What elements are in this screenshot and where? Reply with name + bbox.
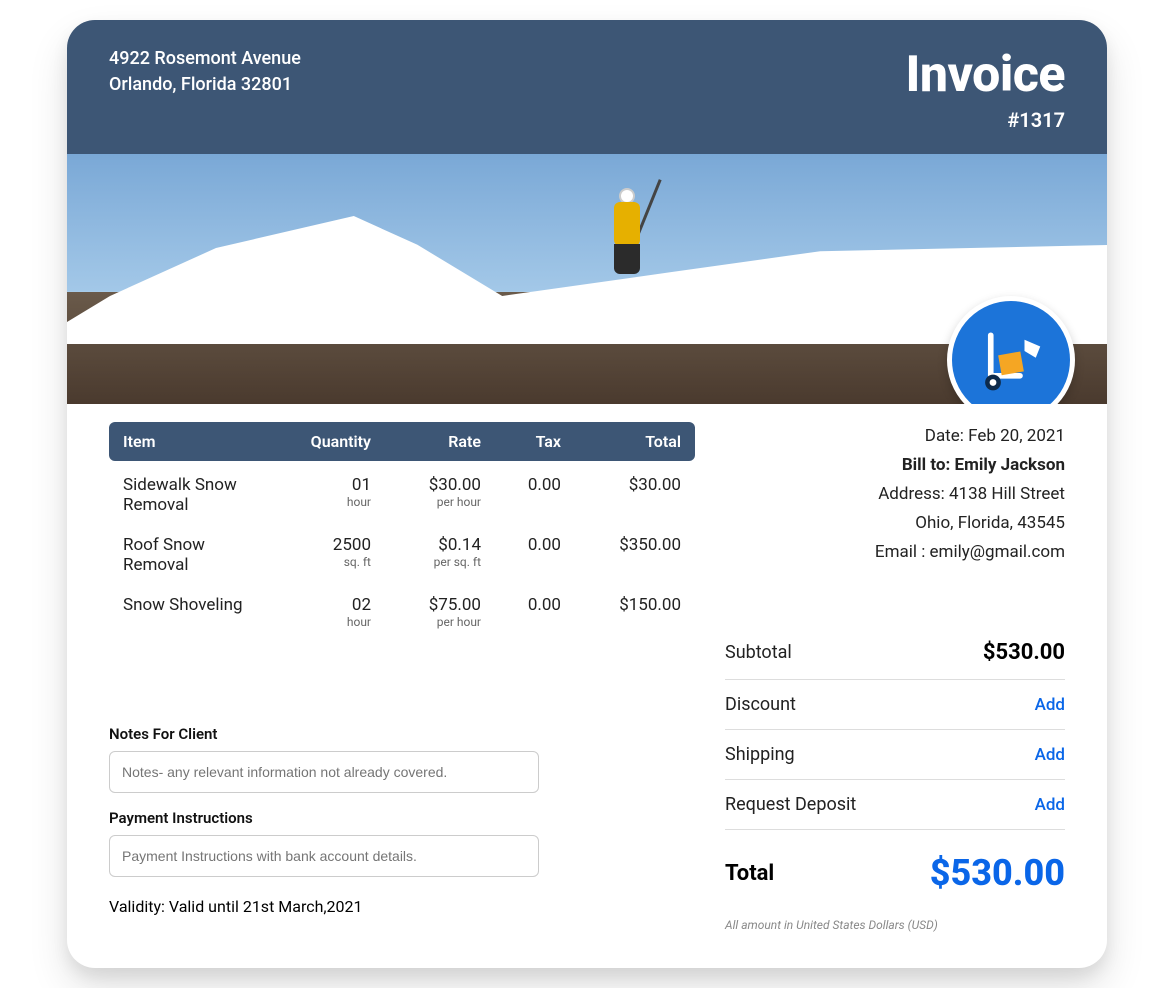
col-quantity: Quantity	[271, 432, 371, 451]
address-line-2: Orlando, Florida 32801	[109, 72, 301, 98]
address-line-1: 4922 Rosemont Avenue	[109, 46, 301, 72]
item-tax: 0.00	[481, 535, 561, 555]
address-line-2: Ohio, Florida, 43545	[725, 509, 1065, 538]
table-row: Sidewalk Snow Removal 01 hour $30.00 per…	[109, 461, 695, 521]
discount-row: Discount Add	[725, 680, 1065, 730]
currency-note: All amount in United States Dollars (USD…	[725, 918, 1065, 932]
deposit-row: Request Deposit Add	[725, 780, 1065, 830]
add-discount-button[interactable]: Add	[1035, 695, 1065, 715]
add-shipping-button[interactable]: Add	[1035, 745, 1065, 765]
address-line: Address: 4138 Hill Street	[725, 480, 1065, 509]
date-line: Date: Feb 20, 2021	[725, 422, 1065, 451]
item-rate: $30.00 per hour	[371, 475, 481, 509]
shipping-row: Shipping Add	[725, 730, 1065, 780]
sender-address: 4922 Rosemont Avenue Orlando, Florida 32…	[109, 46, 301, 98]
col-item: Item	[123, 432, 271, 451]
col-rate: Rate	[371, 432, 481, 451]
item-name: Snow Shoveling	[123, 595, 271, 615]
invoice-number: #1317	[905, 108, 1065, 132]
worker-figure	[608, 182, 648, 272]
col-tax: Tax	[481, 432, 561, 451]
hand-truck-icon	[975, 324, 1047, 396]
item-rate: $75.00 per hour	[371, 595, 481, 629]
invoice-title: Invoice	[905, 46, 1065, 104]
payment-input[interactable]	[109, 835, 539, 877]
invoice-header: 4922 Rosemont Avenue Orlando, Florida 32…	[67, 20, 1107, 154]
totals: Subtotal $530.00 Discount Add Shipping A…	[725, 626, 1065, 932]
item-qty: 01 hour	[271, 475, 371, 509]
content: Item Quantity Rate Tax Total Sidewalk Sn…	[67, 404, 1107, 968]
notes-section: Notes For Client Payment Instructions Va…	[109, 725, 695, 916]
table-row: Roof Snow Removal 2500 sq. ft $0.14 per …	[109, 521, 695, 581]
item-name: Sidewalk Snow Removal	[123, 475, 271, 515]
notes-input[interactable]	[109, 751, 539, 793]
item-tax: 0.00	[481, 475, 561, 495]
billto-line: Bill to: Emily Jackson	[725, 451, 1065, 480]
total-row: Total $530.00	[725, 830, 1065, 908]
bill-meta: Date: Feb 20, 2021 Bill to: Emily Jackso…	[725, 422, 1065, 566]
right-column: Date: Feb 20, 2021 Bill to: Emily Jackso…	[725, 422, 1065, 932]
grand-total: $530.00	[930, 852, 1065, 894]
payment-label: Payment Instructions	[109, 809, 695, 827]
item-name: Roof Snow Removal	[123, 535, 271, 575]
hero-image	[67, 154, 1107, 404]
snow-shape	[67, 184, 1107, 344]
item-total: $150.00	[561, 595, 681, 615]
table-header: Item Quantity Rate Tax Total	[109, 422, 695, 461]
item-tax: 0.00	[481, 595, 561, 615]
validity: Validity: Valid until 21st March,2021	[109, 897, 695, 916]
notes-label: Notes For Client	[109, 725, 695, 743]
item-total: $30.00	[561, 475, 681, 495]
add-deposit-button[interactable]: Add	[1035, 795, 1065, 815]
subtotal-row: Subtotal $530.00	[725, 626, 1065, 680]
item-total: $350.00	[561, 535, 681, 555]
table-row: Snow Shoveling 02 hour $75.00 per hour 0…	[109, 581, 695, 635]
title-block: Invoice #1317	[905, 46, 1065, 132]
col-total: Total	[561, 432, 681, 451]
left-column: Item Quantity Rate Tax Total Sidewalk Sn…	[109, 422, 695, 932]
item-qty: 2500 sq. ft	[271, 535, 371, 569]
item-rate: $0.14 per sq. ft	[371, 535, 481, 569]
item-qty: 02 hour	[271, 595, 371, 629]
email-line: Email : emily@gmail.com	[725, 538, 1065, 567]
invoice-card: 4922 Rosemont Avenue Orlando, Florida 32…	[67, 20, 1107, 968]
